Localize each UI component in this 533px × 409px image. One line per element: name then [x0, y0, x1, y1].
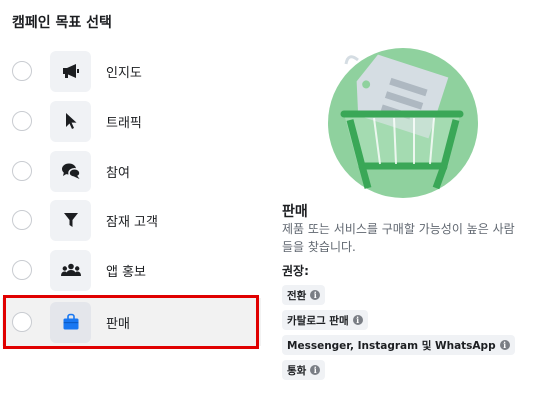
- objective-sales[interactable]: 판매: [2, 298, 261, 346]
- chip-label: 통화: [287, 364, 307, 377]
- chip-label: 카탈로그 판매: [287, 314, 349, 327]
- recommendation-chip: Messenger, Instagram 및 WhatsApp i: [282, 335, 515, 355]
- objective-engagement[interactable]: 참여: [2, 147, 261, 195]
- icon-box: [50, 150, 91, 192]
- radio-button[interactable]: [12, 260, 32, 280]
- objective-label: 인지도: [106, 65, 142, 81]
- radio-button[interactable]: [12, 61, 32, 81]
- radio-button[interactable]: [12, 111, 32, 131]
- objective-label: 앱 홍보: [106, 264, 147, 280]
- page-title: 캠페인 목표 선택: [12, 15, 112, 31]
- cursor-icon: [65, 113, 76, 129]
- icon-box: [50, 249, 91, 291]
- recommendation-chip: 통화 i: [282, 360, 326, 380]
- info-icon[interactable]: i: [310, 290, 321, 300]
- recommended-label: 권장:: [282, 264, 309, 278]
- megaphone-icon: [62, 64, 79, 78]
- objective-traffic[interactable]: 트래픽: [2, 97, 261, 145]
- shopping-bag-icon: [63, 313, 78, 330]
- radio-button[interactable]: [12, 161, 32, 181]
- info-icon[interactable]: i: [352, 315, 363, 325]
- objective-label: 참여: [106, 165, 130, 181]
- recommendation-chip: 전환 i: [282, 285, 326, 305]
- icon-box: [50, 301, 91, 343]
- info-icon[interactable]: i: [310, 365, 321, 375]
- objective-label: 트래픽: [106, 115, 142, 131]
- icon-box: [50, 50, 91, 92]
- icon-box: [50, 199, 91, 241]
- people-group-icon: [60, 263, 81, 276]
- icon-box: [50, 100, 91, 142]
- objective-label: 잠재 고객: [106, 214, 158, 230]
- radio-button[interactable]: [12, 312, 32, 332]
- chip-label: Messenger, Instagram 및 WhatsApp: [287, 339, 496, 352]
- objective-awareness[interactable]: 인지도: [2, 47, 261, 95]
- chip-label: 전환: [287, 289, 307, 302]
- chat-bubbles-icon: [61, 163, 81, 179]
- radio-button[interactable]: [12, 210, 32, 230]
- detail-title: 판매: [282, 204, 308, 220]
- recommendation-chip: 카탈로그 판매 i: [282, 310, 368, 330]
- objective-leads[interactable]: 잠재 고객: [2, 196, 261, 244]
- objective-label: 판매: [106, 316, 130, 332]
- detail-description: 제품 또는 서비스를 구매할 가능성이 높은 사람들을 찾습니다.: [282, 222, 515, 254]
- objective-app-promotion[interactable]: 앱 홍보: [2, 246, 261, 294]
- funnel-icon: [63, 213, 78, 227]
- shopping-cart-price-tag-illustration: [328, 48, 478, 198]
- info-icon[interactable]: i: [499, 340, 510, 350]
